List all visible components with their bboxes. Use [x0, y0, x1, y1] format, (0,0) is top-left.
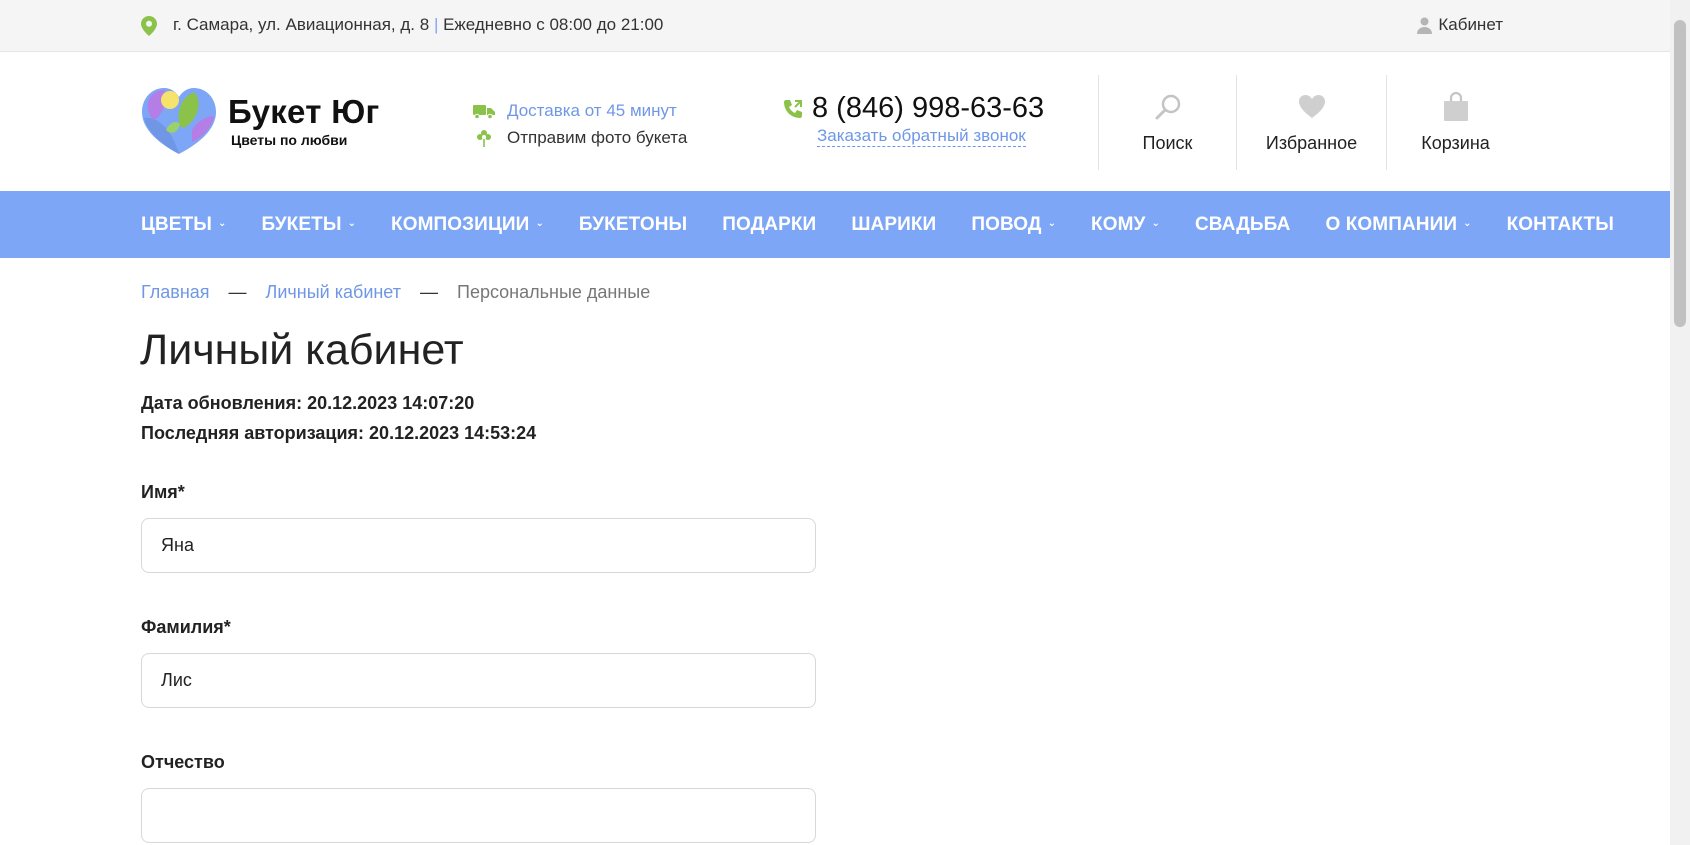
- nav-item-balloons[interactable]: Шарики: [851, 214, 936, 236]
- nav-label: Цветы: [141, 213, 212, 235]
- phone-number[interactable]: 8 (846) 998-63-63: [782, 92, 1044, 125]
- shopping-bag-icon: [1443, 92, 1468, 121]
- nav-label: Кому: [1091, 213, 1146, 235]
- phone-text: 8 (846) 998-63-63: [812, 92, 1045, 124]
- nav-item-occasion[interactable]: Повод ⌄: [971, 214, 1056, 236]
- nav-label: Повод: [971, 213, 1042, 235]
- chevron-down-icon: ⌄: [217, 218, 227, 229]
- nav-label: Шарики: [851, 213, 937, 235]
- nav-label: Букеты: [261, 213, 342, 235]
- middle-name-field[interactable]: [141, 788, 816, 843]
- site-header: Букет Юг Цветы по любви Доставка от 45 м…: [0, 52, 1670, 191]
- heart-flower-logo-icon: [142, 88, 216, 154]
- nav-item-contacts[interactable]: Контакты: [1507, 214, 1614, 236]
- phone-block: 8 (846) 998-63-63 Заказать обратный звон…: [782, 92, 1044, 147]
- logo-subtitle: Цветы по любви: [231, 132, 348, 148]
- chevron-down-icon: ⌄: [1151, 218, 1160, 229]
- nav-item-wedding[interactable]: Свадьба: [1195, 214, 1290, 236]
- nav-label: Контакты: [1506, 213, 1614, 235]
- logo[interactable]: Букет Юг Цветы по любви: [140, 86, 380, 156]
- hours-text: Ежедневно с 08:00 до 21:00: [443, 15, 664, 34]
- address-hours: г. Самара, ул. Авиационная, д. 8 | Ежедн…: [173, 15, 663, 35]
- address-text: г. Самара, ул. Авиационная, д. 8: [173, 15, 430, 34]
- header-actions: Поиск Избранное Корзина: [1098, 75, 1524, 170]
- updated-date: Дата обновления: 20.12.2023 14:07:20: [141, 393, 475, 413]
- last-name-label: Фамилия*: [141, 617, 231, 637]
- phone-icon: [784, 99, 802, 118]
- top-info-bar: г. Самара, ул. Авиационная, д. 8 | Ежедн…: [0, 0, 1670, 52]
- nav-item-buketony[interactable]: Букетоны: [579, 214, 687, 236]
- search-icon: [1155, 94, 1180, 120]
- page-title: Личный кабинет: [140, 326, 464, 374]
- breadcrumb-separator: —: [228, 282, 247, 302]
- favorites-label: Избранное: [1265, 133, 1358, 153]
- chevron-down-icon: ⌄: [1463, 218, 1472, 229]
- callback-link[interactable]: Заказать обратный звонок: [817, 126, 1026, 147]
- nav-item-flowers[interactable]: Цветы ⌄: [141, 214, 226, 236]
- nav-label: О компании: [1325, 213, 1458, 235]
- logo-title: Букет Юг: [228, 93, 380, 130]
- main-nav: Цветы ⌄ Букеты ⌄ Композиции ⌄ Букетоны Пода…: [0, 191, 1670, 258]
- breadcrumb-separator: —: [419, 282, 438, 302]
- cabinet-label: Кабинет: [1438, 15, 1503, 34]
- favorites-button[interactable]: Избранное: [1236, 75, 1386, 170]
- nav-label: Свадьба: [1194, 213, 1291, 235]
- nav-item-about[interactable]: О компании ⌄: [1325, 214, 1471, 236]
- nav-label: Букетоны: [578, 213, 688, 235]
- nav-item-gifts[interactable]: Подарки: [722, 214, 816, 236]
- cabinet-link[interactable]: Кабинет: [1417, 15, 1503, 35]
- cart-label: Корзина: [1421, 133, 1490, 153]
- feature-list: Доставка от 45 минут Отправим фото букет…: [473, 97, 687, 151]
- breadcrumb-home[interactable]: Главная: [141, 282, 210, 302]
- address-separator: |: [433, 15, 439, 34]
- chevron-down-icon: ⌄: [535, 218, 544, 229]
- search-button[interactable]: Поиск: [1098, 75, 1236, 170]
- last-auth-date: Последняя авторизация: 20.12.2023 14:53:…: [141, 423, 537, 443]
- location-pin-icon: [141, 16, 157, 36]
- heart-icon: [1298, 95, 1325, 118]
- user-icon: [1417, 17, 1433, 34]
- delivery-feature[interactable]: Доставка от 45 минут: [473, 97, 687, 124]
- nav-item-recipient[interactable]: Кому ⌄: [1091, 214, 1160, 236]
- scrollbar-thumb[interactable]: [1674, 20, 1686, 327]
- first-name-label: Имя*: [141, 482, 185, 502]
- breadcrumb: Главная — Личный кабинет — Персональные …: [141, 282, 650, 303]
- middle-name-label: Отчество: [141, 752, 225, 772]
- delivery-text: Доставка от 45 минут: [507, 100, 677, 120]
- nav-label: Подарки: [722, 213, 817, 235]
- breadcrumb-current: Персональные данные: [457, 282, 651, 302]
- first-name-field[interactable]: [141, 518, 816, 573]
- nav-label: Композиции: [391, 213, 530, 235]
- photo-text: Отправим фото букета: [507, 127, 688, 147]
- page-scrollbar[interactable]: [1670, 0, 1690, 845]
- chevron-down-icon: ⌄: [347, 218, 357, 229]
- search-label: Поиск: [1142, 133, 1193, 153]
- chevron-down-icon: ⌄: [1047, 218, 1057, 229]
- photo-feature: Отправим фото букета: [473, 124, 687, 151]
- nav-item-bouquets[interactable]: Букеты ⌄: [261, 214, 356, 236]
- cart-button[interactable]: Корзина: [1386, 75, 1524, 170]
- flower-icon: [477, 129, 491, 147]
- nav-item-compositions[interactable]: Композиции ⌄: [391, 214, 544, 236]
- last-name-field[interactable]: [141, 653, 816, 708]
- breadcrumb-cabinet[interactable]: Личный кабинет: [266, 282, 401, 302]
- truck-icon: [473, 104, 495, 119]
